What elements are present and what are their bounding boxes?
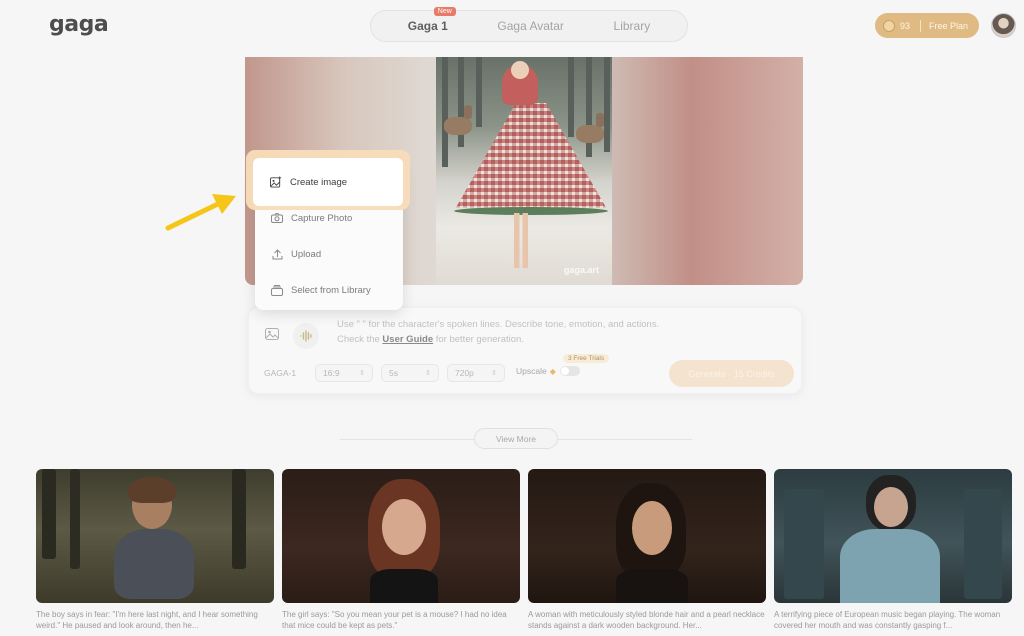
resolution-select[interactable]: 720p ⇕ [447, 364, 505, 382]
gallery-card-1[interactable] [36, 469, 274, 603]
main-nav: Gaga 1 New Gaga Avatar Library [370, 7, 688, 42]
chevron-updown-icon: ⇕ [359, 370, 365, 377]
prompt-hint-line-2: Check the User Guide for better generati… [337, 334, 524, 345]
menu-item-upload[interactable]: Upload [255, 236, 403, 272]
menu-item-select-from-library[interactable]: Select from Library [255, 272, 403, 308]
credits-plan-button[interactable]: 93 Free Plan [875, 13, 979, 38]
pointer-arrow-icon [165, 194, 236, 231]
audio-button[interactable] [293, 323, 319, 349]
aspect-ratio-select[interactable]: 16:9 ⇕ [315, 364, 373, 382]
gallery-caption-2: The girl says: "So you mean your pet is … [282, 610, 507, 630]
image-icon [265, 328, 279, 340]
watermark: gaga.art [564, 265, 600, 275]
diamond-icon: ◆ [549, 366, 556, 376]
model-select[interactable]: GAGA-1 [257, 364, 307, 382]
generate-button[interactable]: Generate · 15 Credits [669, 360, 794, 387]
view-more-button[interactable]: View More [474, 428, 558, 449]
prompt-hint-line-1: Use " " for the character's spoken lines… [337, 319, 660, 330]
plan-label: Free Plan [929, 20, 969, 31]
coin-icon [883, 19, 895, 32]
tab-label: Gaga 1 [407, 19, 448, 33]
gallery-caption-4: A terrifying piece of European music beg… [774, 610, 1001, 630]
prompt-input[interactable]: Use " " for the character's spoken lines… [337, 317, 757, 347]
gallery-card-4[interactable] [774, 469, 1012, 603]
gallery-card-3[interactable] [528, 469, 766, 603]
gallery-card-2[interactable] [282, 469, 520, 603]
user-avatar[interactable] [991, 13, 1016, 38]
divider [920, 19, 922, 32]
divider-right [558, 439, 692, 440]
create-image-button[interactable]: Create image [253, 158, 403, 206]
preview-image: gaga.art [436, 57, 612, 285]
divider-left [340, 439, 474, 440]
image-plus-icon [270, 176, 282, 188]
tab-library[interactable]: Library [614, 19, 651, 33]
upscale-toggle[interactable] [559, 366, 580, 376]
waveform-icon [300, 330, 312, 342]
duration-select[interactable]: 5s ⇕ [381, 364, 439, 382]
library-icon [271, 284, 283, 296]
free-trials-badge: 3 Free Trials [563, 354, 610, 363]
add-image-button[interactable] [261, 323, 283, 345]
new-badge: New [433, 7, 456, 16]
credits-count: 93 [900, 20, 911, 31]
gallery-caption-1: The boy says in fear: "I'm here last nig… [36, 610, 258, 630]
user-guide-link[interactable]: User Guide [382, 334, 433, 345]
chevron-updown-icon: ⇕ [491, 370, 497, 377]
prompt-panel: Use " " for the character's spoken lines… [248, 307, 802, 394]
tab-gaga-avatar[interactable]: Gaga Avatar [497, 19, 564, 33]
chevron-updown-icon: ⇕ [425, 370, 431, 377]
gallery-caption-3: A woman with meticulously styled blonde … [528, 610, 765, 630]
gaga-logo[interactable]: gaga [49, 12, 109, 37]
upload-icon [271, 248, 283, 260]
tab-gaga-1[interactable]: Gaga 1 New [407, 7, 456, 33]
camera-icon [271, 212, 283, 224]
upscale-option: Upscale ◆ [516, 366, 580, 376]
